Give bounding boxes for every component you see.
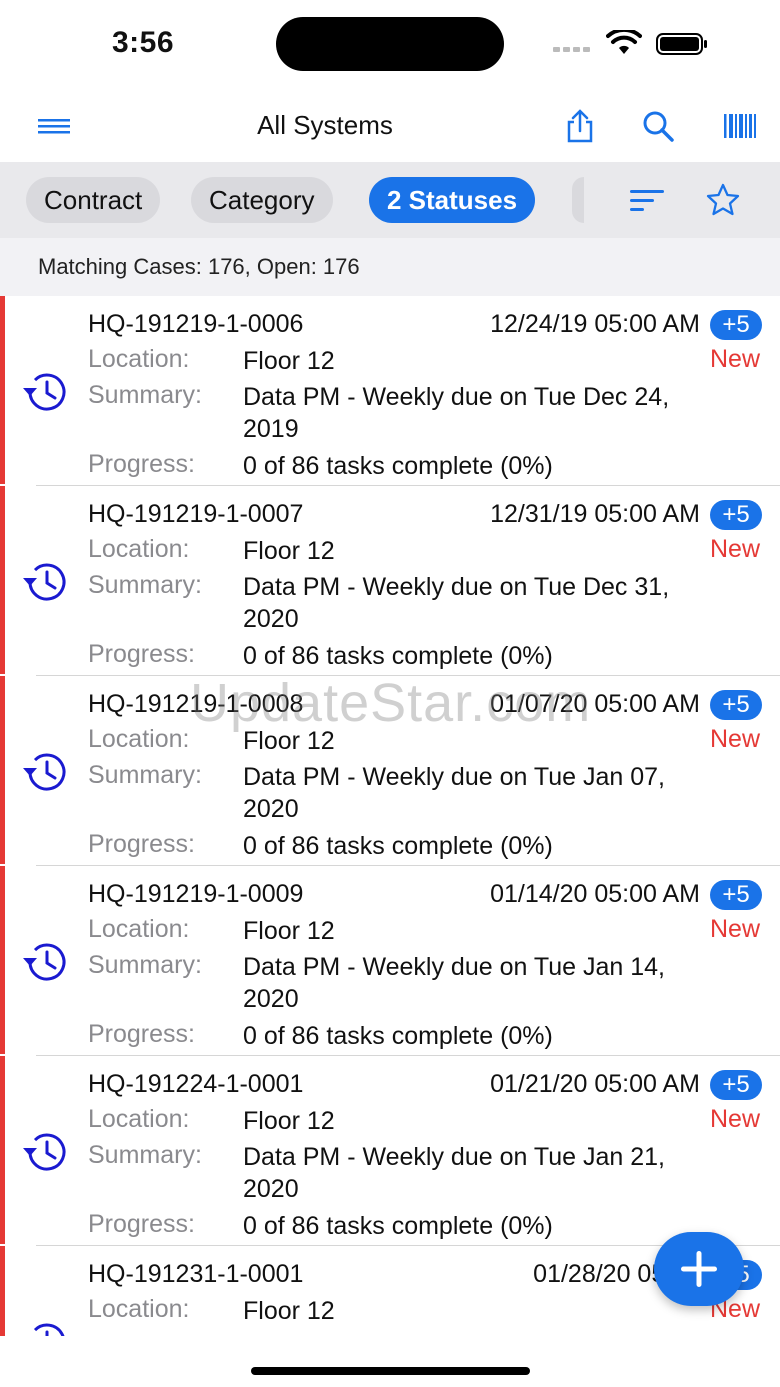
- case-id: HQ-191219-1-0006: [88, 310, 304, 338]
- case-date: 12/24/19 05:00 AM: [490, 310, 700, 338]
- page-title: All Systems: [257, 110, 393, 140]
- location-value: Floor 12: [243, 917, 335, 945]
- case-row[interactable]: HQ-191219-1-0009 01/14/20 05:00 AM +5 Ne…: [0, 866, 780, 1056]
- case-id: HQ-191219-1-0007: [88, 500, 304, 528]
- case-id: HQ-191219-1-0008: [88, 690, 304, 718]
- history-icon: [23, 563, 66, 601]
- filter-chip-statuses[interactable]: 2 Statuses: [369, 177, 536, 223]
- count-badge: +5: [710, 310, 762, 340]
- battery-icon: [656, 33, 707, 55]
- progress-value: 0 of 86 tasks complete (0%): [243, 642, 553, 670]
- case-row[interactable]: HQ-191219-1-0007 12/31/19 05:00 AM +5 Ne…: [0, 486, 780, 676]
- location-value: Floor 12: [243, 1297, 335, 1325]
- barcode-icon[interactable]: [722, 108, 758, 144]
- priority-accent: [0, 1056, 5, 1244]
- count-badge: +5: [710, 500, 762, 530]
- progress-value: 0 of 86 tasks complete (0%): [243, 452, 553, 480]
- case-date: 01/21/20 05:00 AM: [490, 1070, 700, 1098]
- case-id: HQ-191231-1-0001: [88, 1260, 304, 1288]
- location-value: Floor 12: [243, 1107, 335, 1135]
- summary-value: Data PM - Weekly due on Tue Jan 14, 2020: [243, 953, 665, 1013]
- location-label: Location:: [88, 345, 190, 373]
- summary-label: Summary:: [88, 381, 202, 409]
- progress-value: 0 of 86 tasks complete (0%): [243, 1022, 553, 1050]
- share-icon[interactable]: [562, 108, 598, 144]
- location-label: Location:: [88, 915, 190, 943]
- progress-value: 0 of 86 tasks complete (0%): [243, 1212, 553, 1240]
- progress-label: Progress:: [88, 830, 195, 858]
- filter-chip-contract[interactable]: Contract: [26, 177, 161, 223]
- case-id: HQ-191224-1-0001: [88, 1070, 304, 1098]
- priority-accent: [0, 866, 5, 1054]
- priority-accent: [0, 676, 5, 864]
- summary-label: Summary:: [88, 761, 202, 789]
- status-time: 3:56: [112, 26, 175, 59]
- cellular-signal-icon: [553, 46, 593, 52]
- history-icon: [33, 1323, 65, 1336]
- location-value: Floor 12: [243, 537, 335, 565]
- nav-bar: All Systems: [0, 90, 780, 162]
- progress-label: Progress:: [88, 1020, 195, 1048]
- case-date: 12/31/19 05:00 AM: [490, 500, 700, 528]
- location-value: Floor 12: [243, 347, 335, 375]
- summary-label: Summary:: [88, 1141, 202, 1169]
- case-date: 01/14/20 05:00 AM: [490, 880, 700, 908]
- location-label: Location:: [88, 535, 190, 563]
- filter-chip-category[interactable]: Category: [191, 177, 333, 223]
- search-icon[interactable]: [640, 108, 676, 144]
- summary-label: Summary:: [88, 951, 202, 979]
- history-icon: [23, 943, 66, 981]
- case-list[interactable]: HQ-191219-1-0006 12/24/19 05:00 AM +5 Ne…: [0, 296, 780, 1336]
- progress-value: 0 of 86 tasks complete (0%): [243, 832, 553, 860]
- plus-icon: [681, 1251, 717, 1287]
- priority-accent: [0, 486, 5, 674]
- location-label: Location:: [88, 1105, 190, 1133]
- case-row[interactable]: HQ-191224-1-0001 01/21/20 05:00 AM +5 Ne…: [0, 1056, 780, 1246]
- priority-accent: [0, 1246, 5, 1336]
- summary-value: Data PM - Weekly due on Tue Jan 21, 2020: [243, 1143, 665, 1203]
- history-icon: [23, 1133, 66, 1171]
- case-date: 01/07/20 05:00 AM: [490, 690, 700, 718]
- count-badge: +5: [710, 690, 762, 720]
- summary-value: Data PM - Weekly due on Tue Dec 24, 2019: [243, 383, 670, 443]
- count-badge: +5: [710, 1070, 762, 1100]
- sort-icon[interactable]: [628, 182, 666, 218]
- summary-label: Summary:: [88, 571, 202, 599]
- status-bar: 3:56: [0, 0, 780, 90]
- case-row[interactable]: HQ-191219-1-0008 01/07/20 05:00 AM +5 Ne…: [0, 676, 780, 866]
- summary-value: Data PM - Weekly due on Tue Dec 31, 2020: [243, 573, 670, 633]
- case-row[interactable]: HQ-191219-1-0006 12/24/19 05:00 AM +5 Ne…: [0, 296, 780, 486]
- summary-value: Data PM - Weekly due on Tue Jan 07, 2020: [243, 763, 665, 823]
- location-label: Location:: [88, 1295, 190, 1323]
- count-badge: +5: [710, 880, 762, 910]
- location-value: Floor 12: [243, 727, 335, 755]
- add-case-button[interactable]: [654, 1232, 744, 1306]
- dynamic-island: [276, 17, 504, 71]
- progress-label: Progress:: [88, 450, 195, 478]
- filter-chip-overflow[interactable]: [572, 177, 584, 223]
- home-indicator: [251, 1367, 530, 1375]
- history-icon: [23, 753, 66, 791]
- filter-bar: Contract Category 2 Statuses: [0, 162, 780, 238]
- history-icon: [23, 373, 66, 411]
- star-icon[interactable]: [704, 182, 742, 218]
- matching-cases-count: Matching Cases: 176, Open: 176: [38, 254, 360, 279]
- wifi-icon: [606, 30, 642, 54]
- summary-bar: Matching Cases: 176, Open: 176: [0, 238, 780, 296]
- progress-label: Progress:: [88, 640, 195, 668]
- priority-accent: [0, 296, 5, 484]
- case-id: HQ-191219-1-0009: [88, 880, 304, 908]
- progress-label: Progress:: [88, 1210, 195, 1238]
- location-label: Location:: [88, 725, 190, 753]
